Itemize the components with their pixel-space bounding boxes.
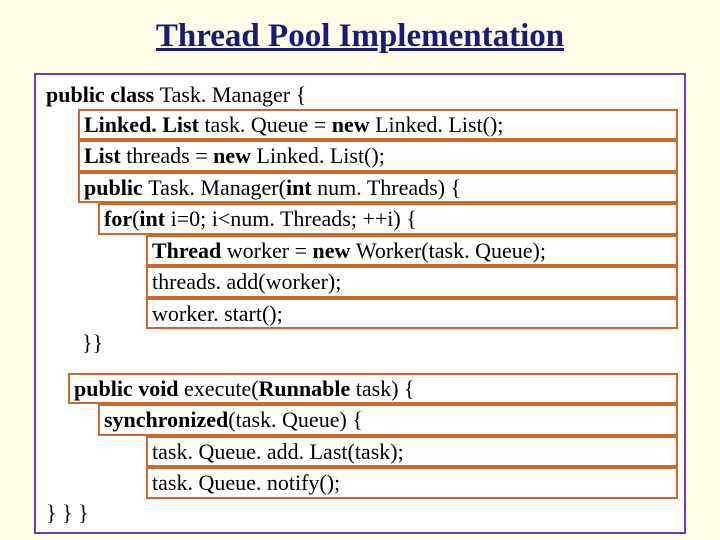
code-cell: public Task. Manager(int num. Threads) { [78,172,678,204]
txt: (task. Queue) { [228,407,363,432]
txt: threads. add(worker); [152,269,341,294]
code-line: Thread worker = new Worker(task. Queue); [42,235,678,267]
txt: Linked. List(); [375,112,503,137]
txt: Task. Manager { [160,82,306,107]
txt: task. Queue. add. Last(task); [152,439,404,464]
code-line: threads. add(worker); [42,266,678,298]
txt: } } } [46,500,89,525]
code-line: public Task. Manager(int num. Threads) { [42,172,678,204]
code-line: Linked. List task. Queue = new Linked. L… [42,109,678,141]
kw: public void [74,376,184,401]
txt: worker. start(); [152,301,283,326]
code-text: } } } [42,499,678,527]
code-cell: for(int i=0; i<num. Threads; ++i) { [98,203,678,235]
code-cell: synchronized(task. Queue) { [98,404,678,436]
kw: for [104,206,132,231]
code-line: }} [42,329,678,357]
code-line: for(int i=0; i<num. Threads; ++i) { [42,203,678,235]
code-line: task. Queue. add. Last(task); [42,436,678,468]
kw: new [213,143,256,168]
code-container: public class Task. Manager { Linked. Lis… [34,73,686,534]
txt: Linked. List(); [257,143,385,168]
txt: task. Queue = [204,112,331,137]
code-cell: threads. add(worker); [146,266,678,298]
code-cell: Linked. List task. Queue = new Linked. L… [78,109,678,141]
code-line: List threads = new Linked. List(); [42,140,678,172]
code-line: synchronized(task. Queue) { [42,404,678,436]
kw: Thread [152,238,227,263]
code-line: } } } [42,499,678,527]
txt: i=0; i<num. Threads; ++i) { [171,206,417,231]
kw: int [139,206,170,231]
code-cell: Thread worker = new Worker(task. Queue); [146,235,678,267]
code-line: task. Queue. notify(); [42,467,678,499]
txt: }} [82,330,103,355]
txt: worker = [227,238,313,263]
kw: Linked. List [84,112,204,137]
txt: task) { [356,376,415,401]
code-line: public void execute(Runnable task) { [42,373,678,405]
kw: public [84,175,148,200]
code-text: }} [78,329,678,357]
txt: Worker(task. Queue); [356,238,546,263]
code-cell: worker. start(); [146,298,678,330]
kw: public class [46,82,160,107]
kw: int [286,175,317,200]
gap [42,357,678,373]
txt: threads = [126,143,213,168]
txt: num. Threads) { [317,175,461,200]
slide-title: Thread Pool Implementation [34,18,686,55]
code-cell: task. Queue. add. Last(task); [146,436,678,468]
kw: new [313,238,356,263]
kw: Runnable [259,376,356,401]
code-line: public class Task. Manager { [42,81,678,109]
kw: synchronized [104,407,228,432]
code-cell: task. Queue. notify(); [146,467,678,499]
txt: task. Queue. notify(); [152,470,340,495]
txt: execute( [184,376,259,401]
code-line: worker. start(); [42,298,678,330]
slide: Thread Pool Implementation public class … [0,0,720,540]
kw: List [84,143,126,168]
code-text: public class Task. Manager { [42,81,678,109]
code-cell: public void execute(Runnable task) { [68,373,678,405]
kw: new [332,112,375,137]
txt: Task. Manager( [148,175,286,200]
code-cell: List threads = new Linked. List(); [78,140,678,172]
